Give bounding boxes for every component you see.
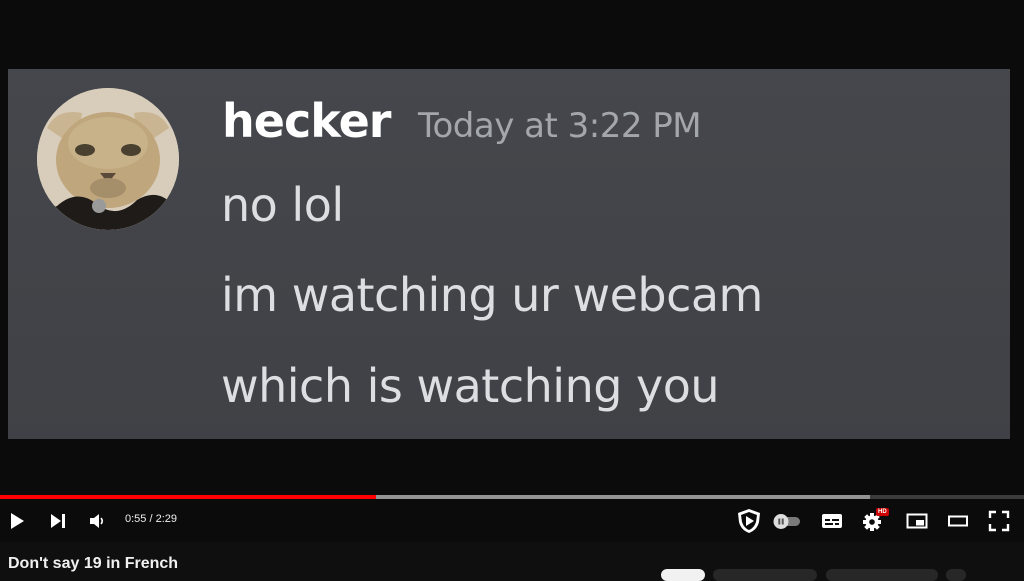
message-line-2: im watching ur webcam xyxy=(221,268,763,322)
volume-icon xyxy=(90,514,104,528)
next-icon xyxy=(51,514,65,528)
duration: 2:29 xyxy=(155,513,178,525)
hd-badge: HD xyxy=(876,508,889,516)
theater-icon xyxy=(948,515,968,527)
filter-chip[interactable] xyxy=(946,569,966,581)
next-button[interactable] xyxy=(45,508,71,534)
shield-icon xyxy=(738,509,760,533)
filter-chip-active[interactable] xyxy=(661,569,705,581)
subtitles-icon xyxy=(822,514,842,528)
autoplay-toggle-icon xyxy=(773,514,800,529)
settings-button[interactable]: HD xyxy=(861,508,889,534)
message-line-1: no lol xyxy=(221,178,344,232)
message-timestamp: Today at 3:22 PM xyxy=(418,106,702,146)
filter-chip[interactable] xyxy=(713,569,817,581)
fullscreen-button[interactable] xyxy=(986,508,1012,534)
play-button[interactable] xyxy=(4,508,30,534)
miniplayer-button[interactable] xyxy=(904,508,930,534)
video-player[interactable]: hecker Today at 3:22 PM no lol im watchi… xyxy=(0,0,1024,542)
avatar xyxy=(37,88,179,230)
volume-button[interactable] xyxy=(84,508,110,534)
progress-bar[interactable] xyxy=(0,495,1024,499)
fullscreen-icon xyxy=(988,510,1010,532)
time-separator: / xyxy=(146,513,156,525)
theater-mode-button[interactable] xyxy=(945,508,971,534)
video-info: Don't say 19 in French xyxy=(0,542,1024,581)
player-controls: 0:55 / 2:29 HD xyxy=(0,500,1024,542)
time-display: 0:55 / 2:29 xyxy=(125,513,177,525)
current-time: 0:55 xyxy=(125,513,147,525)
miniplayer-icon xyxy=(906,513,928,529)
autoplay-toggle[interactable] xyxy=(772,508,802,534)
progress-played xyxy=(0,495,376,499)
play-icon xyxy=(11,513,24,529)
filter-chip[interactable] xyxy=(826,569,938,581)
message-line-3: which is watching you xyxy=(221,359,720,413)
message-username: hecker xyxy=(222,94,391,148)
cat-avatar-image xyxy=(37,88,179,230)
subtitles-button[interactable] xyxy=(819,508,845,534)
video-title: Don't say 19 in French xyxy=(8,555,179,572)
video-frame[interactable]: hecker Today at 3:22 PM no lol im watchi… xyxy=(0,0,1024,500)
extension-shield-button[interactable] xyxy=(735,508,763,534)
